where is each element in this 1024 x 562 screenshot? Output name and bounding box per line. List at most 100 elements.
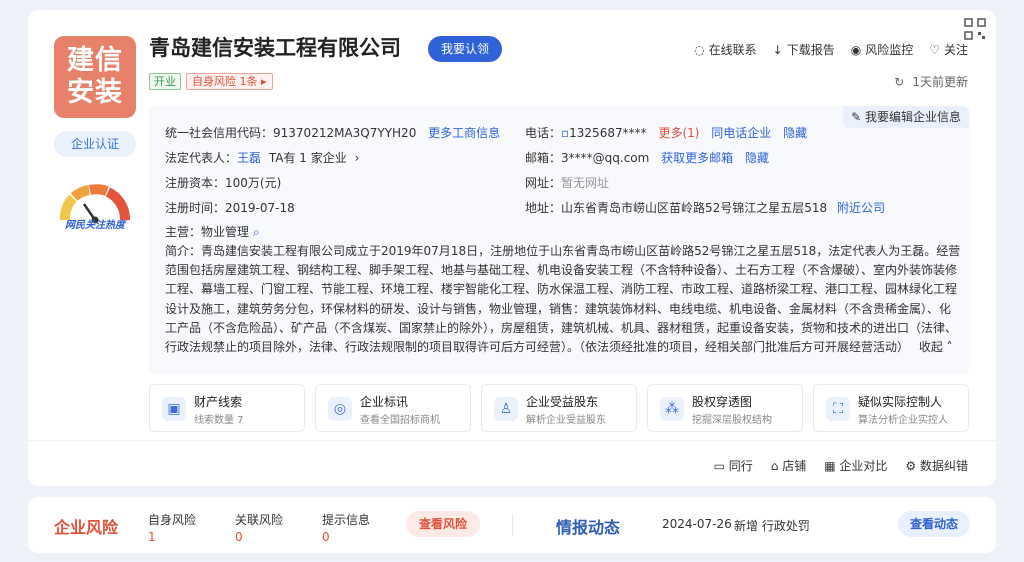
risk-monitor-label: 风险监控	[865, 43, 914, 57]
company-name: 青岛建信安装工程有限公司	[149, 36, 401, 60]
company-logo: 建信 安装	[54, 36, 136, 118]
chevron-up-icon: ˄	[942, 340, 953, 355]
address-label: 地址：	[525, 201, 562, 215]
qr-code-icon[interactable]	[964, 18, 986, 40]
main-business-row: 主营：物业管理 ⌕	[165, 223, 260, 240]
self-risk-tag-label: 自身风险 1条	[192, 75, 258, 88]
intel-section-title: 情报动态	[556, 518, 621, 537]
hide-phone-link[interactable]: 隐藏	[783, 126, 807, 140]
shop-icon: ⌂	[770, 459, 783, 473]
feature-cards: ▣ 财产线索 线索数量 7 ◎ 企业标讯 查看全国招标商机 ♙ 企业受益股东 解…	[149, 384, 969, 432]
phone-label: 电话：	[525, 126, 562, 140]
credit-code-row: 统一社会信用代码：91370212MA3Q7YYH20 更多工商信息	[165, 124, 500, 141]
self-risk-tag[interactable]: 自身风险 1条 ▸	[186, 73, 273, 90]
wallet-icon: ▣	[162, 397, 186, 421]
reg-date-label: 注册时间：	[165, 201, 226, 215]
self-risk-label: 自身风险	[148, 513, 197, 527]
chevron-right-icon: ›	[354, 151, 360, 165]
phone-more-link[interactable]: 更多(1)	[658, 126, 699, 140]
bottom-actions: ▭ 同行 ⌂ 店铺 ▦ 企业对比 ⚙ 数据纠错	[714, 457, 968, 474]
logo-text-line1: 建信	[67, 45, 123, 76]
risk-monitor-button[interactable]: ◉ 风险监控	[851, 41, 914, 58]
update-time[interactable]: ↻ 1天前更新	[894, 73, 968, 90]
nearby-companies-link[interactable]: 附近公司	[837, 201, 885, 215]
related-risk-stat[interactable]: 关联风险 0	[235, 511, 283, 544]
view-risk-button[interactable]: 查看风险	[406, 511, 481, 537]
feature-card-equity-chart[interactable]: ⁂ 股权穿透图 挖掘深层股权结构	[647, 384, 803, 432]
heart-icon: ♡	[929, 42, 940, 57]
capital-label: 注册资本：	[165, 176, 226, 190]
compare-icon: ▦	[824, 459, 840, 473]
feature-title: 企业标讯	[360, 395, 409, 409]
hint-info-label: 提示信息	[322, 513, 371, 527]
bid-icon: ◎	[328, 397, 352, 421]
claim-button[interactable]: 我要认领	[428, 36, 503, 62]
email-label: 邮箱：	[525, 151, 562, 165]
self-risk-stat[interactable]: 自身风险 1	[148, 511, 196, 544]
follow-button[interactable]: ♡ 关注	[929, 41, 968, 58]
hide-email-link[interactable]: 隐藏	[745, 151, 769, 165]
pencil-icon: ✎	[851, 110, 865, 124]
feature-sub: 查看全国招标商机	[360, 415, 440, 426]
person-icon: ♙	[494, 397, 518, 421]
feature-sub: 算法分析企业实控人	[858, 415, 948, 426]
email-row: 邮箱：3****@qq.com 获取更多邮箱 隐藏	[525, 149, 769, 166]
view-intel-button[interactable]: 查看动态	[898, 511, 971, 537]
download-icon: ↓	[772, 42, 783, 57]
shop-button[interactable]: ⌂ 店铺	[771, 457, 806, 474]
address-value: 山东省青岛市崂山区苗岭路52号锦江之星五层518	[561, 201, 828, 215]
reg-date-row: 注册时间：2019-07-18	[165, 199, 295, 216]
company-description: 简介：青岛建信安装工程有限公司成立于2019年07月18日，注册地位于山东省青岛…	[165, 242, 961, 357]
feature-title: 企业受益股东	[526, 395, 599, 409]
correct-data-label: 数据纠错	[919, 459, 968, 473]
same-phone-companies-link[interactable]: 同电话企业	[711, 126, 771, 140]
reg-date-value: 2019-07-18	[225, 201, 295, 215]
collapse-button[interactable]: 收起 ˄	[919, 340, 953, 354]
more-email-link[interactable]: 获取更多邮箱	[661, 151, 733, 165]
peers-label: 同行	[728, 459, 753, 473]
top-actions: ◌ 在线联系 ↓ 下载报告 ◉ 风险监控 ♡ 关注	[694, 41, 968, 58]
divider	[512, 514, 513, 536]
tree-icon: ⁂	[660, 397, 684, 421]
credit-code-label: 统一社会信用代码：	[165, 126, 274, 140]
risk-intel-bar: 企业风险 自身风险 1 关联风险 0 提示信息 0 查看风险 情报动态 2024…	[28, 497, 996, 553]
controller-icon: ⛶	[826, 397, 850, 421]
description-text: 简介：青岛建信安装工程有限公司成立于2019年07月18日，注册地位于山东省青岛…	[165, 244, 961, 355]
feature-sub: 线索数量 7	[194, 415, 244, 426]
company-info-panel: ✎ 我要编辑企业信息 统一社会信用代码：91370212MA3Q7YYH20 更…	[149, 106, 969, 374]
feature-sub: 解析企业受益股东	[526, 415, 606, 426]
briefcase-icon: ▭	[713, 459, 729, 473]
feature-card-actual-controller[interactable]: ⛶ 疑似实际控制人 算法分析企业实控人	[813, 384, 969, 432]
capital-value: 100万(元)	[225, 176, 282, 190]
hint-info-count: 0	[322, 530, 330, 544]
search-icon[interactable]: ⌕	[253, 225, 260, 239]
edit-info-button[interactable]: ✎ 我要编辑企业信息	[843, 106, 969, 128]
feature-sub: 挖掘深层股权结构	[692, 415, 772, 426]
compare-button[interactable]: ▦ 企业对比	[824, 457, 887, 474]
legal-rep-label: 法定代表人：	[165, 151, 238, 165]
related-risk-count: 0	[235, 530, 243, 544]
shop-label: 店铺	[782, 459, 807, 473]
heat-label: 网民关注热度	[65, 220, 125, 231]
download-report-button[interactable]: ↓ 下载报告	[773, 41, 835, 58]
chat-icon: ◌	[694, 42, 705, 57]
online-contact-button[interactable]: ◌ 在线联系	[694, 41, 757, 58]
peers-button[interactable]: ▭ 同行	[714, 457, 753, 474]
feature-card-property-clues[interactable]: ▣ 财产线索 线索数量 7	[149, 384, 305, 432]
related-risk-label: 关联风险	[235, 513, 284, 527]
edit-info-label: 我要编辑企业信息	[864, 110, 961, 124]
feature-card-beneficial-owner[interactable]: ♙ 企业受益股东 解析企业受益股东	[481, 384, 637, 432]
hint-info-stat[interactable]: 提示信息 0	[322, 511, 370, 544]
feature-card-bid-info[interactable]: ◎ 企业标讯 查看全国招标商机	[315, 384, 471, 432]
logo-text-line2: 安装	[67, 77, 123, 108]
certification-button[interactable]: 企业认证	[54, 131, 136, 157]
more-business-info-link[interactable]: 更多工商信息	[428, 126, 500, 140]
phone-row: 电话：▫1325687**** 更多(1) 同电话企业 隐藏	[525, 124, 807, 141]
intel-item[interactable]: 新增 行政处罚	[734, 517, 810, 534]
website-value: 暂无网址	[561, 176, 610, 190]
phone-icon: ▫	[561, 126, 570, 140]
legal-rep-link[interactable]: 王磊	[237, 151, 261, 165]
correct-data-button[interactable]: ⚙ 数据纠错	[905, 457, 968, 474]
legal-rep-companies-link[interactable]: TA有 1 家企业	[269, 151, 347, 165]
address-row: 地址：山东省青岛市崂山区苗岭路52号锦江之星五层518 附近公司	[525, 199, 885, 216]
